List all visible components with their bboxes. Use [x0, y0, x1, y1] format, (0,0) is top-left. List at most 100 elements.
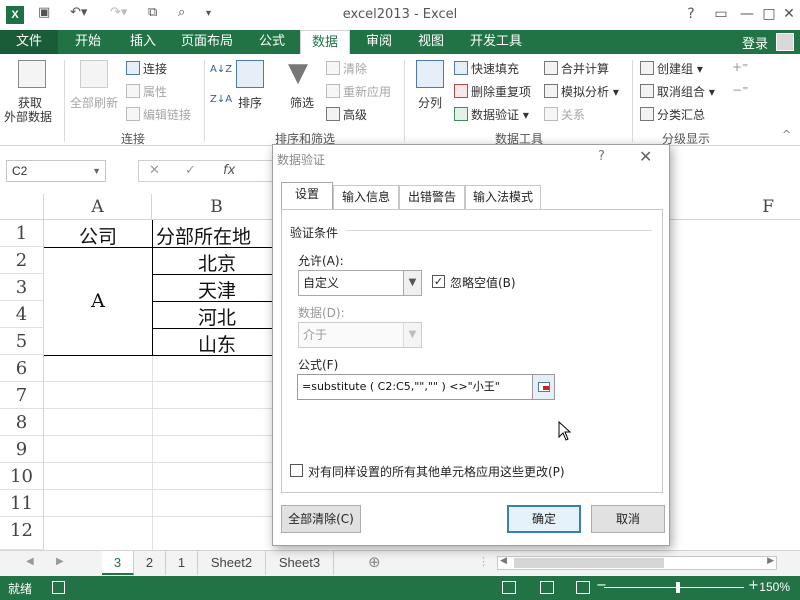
row-header[interactable]: 6 — [0, 355, 44, 382]
advanced-button[interactable]: 高级 — [326, 106, 367, 123]
sort-button[interactable]: 排序 — [238, 94, 262, 111]
sort-asc-button[interactable]: A↓Z — [210, 64, 232, 75]
row-header[interactable]: 3 — [0, 274, 44, 301]
tab-insert[interactable]: 插入 — [118, 30, 168, 54]
cell-b4[interactable]: 河北 — [152, 303, 282, 330]
row-header[interactable]: 11 — [0, 490, 44, 517]
chevron-down-icon[interactable]: ▼ — [403, 323, 421, 347]
collapse-dialog-button[interactable] — [533, 374, 555, 400]
data-select[interactable]: 介于 ▼ — [298, 322, 422, 348]
cancel-entry-icon[interactable]: ✕ — [149, 163, 160, 178]
chevron-down-icon[interactable]: ▼ — [403, 271, 421, 295]
flash-fill-button[interactable]: 快速填充 — [454, 60, 519, 77]
ok-button[interactable]: 确定 — [507, 505, 581, 533]
sheet-tab-3[interactable]: 3 — [102, 551, 134, 575]
cell-a2-merged[interactable]: A — [44, 290, 152, 312]
clear-all-button[interactable]: 全部清除(C) — [281, 505, 361, 533]
add-sheet-icon[interactable]: ⊕ — [368, 553, 381, 571]
tab-error-alert[interactable]: 出错警告 — [399, 185, 465, 209]
apply-all-label[interactable]: 对有同样设置的所有其他单元格应用这些更改(P) — [308, 463, 565, 480]
hide-detail-icon[interactable]: −⁼ — [732, 83, 748, 97]
dialog-help-icon[interactable]: ? — [598, 149, 605, 164]
ungroup-button[interactable]: 取消组合 ▾ — [640, 83, 715, 100]
zoom-slider[interactable] — [604, 587, 744, 588]
confirm-entry-icon[interactable]: ✓ — [185, 163, 196, 178]
row-header[interactable]: 8 — [0, 409, 44, 436]
zoom-out-icon[interactable]: − — [596, 578, 607, 593]
next-sheet-icon[interactable]: ▶ — [56, 556, 64, 567]
cell-b2[interactable]: 北京 — [152, 249, 282, 276]
what-if-button[interactable]: 模拟分析 ▾ — [544, 83, 619, 100]
row-header[interactable]: 1 — [0, 220, 44, 247]
login-link[interactable]: 登录 — [742, 33, 768, 52]
refresh-all-button[interactable]: 全部刷新 — [70, 94, 118, 111]
tab-formulas[interactable]: 公式 — [248, 30, 296, 54]
row-header[interactable]: 5 — [0, 328, 44, 355]
ribbon-display-icon[interactable]: ▭ — [710, 4, 732, 24]
row-header[interactable]: 7 — [0, 382, 44, 409]
column-header-b[interactable]: B — [152, 194, 282, 220]
zoom-in-icon[interactable]: + — [748, 578, 759, 593]
consolidate-button[interactable]: 合并计算 — [544, 60, 609, 77]
sheet-tab-sheet2[interactable]: Sheet2 — [198, 551, 266, 575]
subtotal-button[interactable]: 分类汇总 — [640, 106, 705, 123]
cancel-button[interactable]: 取消 — [591, 505, 665, 533]
sheet-tab-2[interactable]: 2 — [134, 551, 166, 575]
cell-b5[interactable]: 山东 — [152, 330, 282, 357]
tab-data[interactable]: 数据 — [300, 30, 350, 54]
connections-button[interactable]: 连接 — [126, 60, 167, 77]
column-header-a[interactable]: A — [44, 194, 152, 220]
reapply-button[interactable]: 重新应用 — [326, 83, 391, 100]
data-validation-button[interactable]: 数据验证 ▾ — [454, 106, 529, 123]
sheet-tab-sheet3[interactable]: Sheet3 — [266, 551, 334, 575]
edit-links-button[interactable]: 编辑链接 — [126, 106, 191, 123]
name-box[interactable]: C2 ▼ — [6, 160, 106, 182]
text-to-columns-button[interactable]: 分列 — [418, 94, 442, 111]
show-detail-icon[interactable]: +⁼ — [732, 60, 748, 74]
ignore-blank-label[interactable]: 忽略空值(B) — [450, 274, 516, 291]
tab-split-handle-icon[interactable]: ⋮ — [478, 555, 489, 568]
formula-input[interactable]: =substitute ( C2:C5,"","" ) <>"小王" — [297, 374, 533, 400]
row-header[interactable]: 2 — [0, 247, 44, 274]
tab-review[interactable]: 审阅 — [356, 30, 402, 54]
row-header[interactable]: 9 — [0, 436, 44, 463]
zoom-slider-thumb[interactable] — [676, 582, 680, 593]
close-button[interactable]: ✕ — [778, 4, 800, 24]
chevron-down-icon[interactable]: ▼ — [92, 161, 101, 181]
page-layout-view-icon[interactable] — [540, 581, 554, 594]
column-header-f[interactable]: F — [668, 194, 800, 220]
row-header[interactable]: 12 — [0, 517, 44, 550]
group-button[interactable]: 创建组 ▾ — [640, 60, 703, 77]
help-icon[interactable]: ? — [680, 4, 702, 24]
tab-page-layout[interactable]: 页面布局 — [174, 30, 240, 54]
select-all-corner[interactable] — [0, 194, 44, 220]
tab-home[interactable]: 开始 — [62, 30, 114, 54]
scroll-thumb[interactable] — [514, 558, 664, 568]
insert-function-icon[interactable]: fx — [223, 163, 235, 178]
prev-sheet-icon[interactable]: ◀ — [26, 556, 34, 567]
normal-view-icon[interactable] — [502, 581, 516, 594]
minimize-button[interactable]: — — [736, 4, 758, 24]
scroll-right-icon[interactable]: ▶ — [767, 556, 774, 566]
row-header[interactable]: 4 — [0, 301, 44, 328]
tab-settings[interactable]: 设置 — [281, 182, 333, 210]
cell-a1[interactable]: 公司 — [44, 222, 152, 249]
tab-input-message[interactable]: 输入信息 — [333, 185, 399, 209]
get-external-line2[interactable]: 外部数据 — [4, 108, 52, 125]
sort-desc-button[interactable]: Z↓A — [210, 94, 232, 105]
cell-b3[interactable]: 天津 — [152, 276, 282, 303]
scroll-left-icon[interactable]: ◀ — [500, 556, 507, 566]
tab-file[interactable]: 文件 — [0, 30, 58, 54]
zoom-level[interactable]: 150% — [759, 580, 790, 594]
dialog-close-icon[interactable]: ✕ — [639, 147, 652, 166]
collapse-ribbon-icon[interactable]: ^ — [782, 128, 791, 141]
cell-b1[interactable]: 分部所在地 — [152, 222, 282, 249]
allow-select[interactable]: 自定义 ▼ — [298, 270, 422, 296]
maximize-button[interactable]: □ — [758, 4, 780, 24]
avatar[interactable] — [776, 33, 794, 51]
ignore-blank-checkbox[interactable]: ✓ — [432, 275, 445, 288]
filter-button[interactable]: 筛选 — [290, 94, 314, 111]
apply-all-checkbox[interactable] — [290, 464, 303, 477]
row-header[interactable]: 10 — [0, 463, 44, 490]
tab-developer[interactable]: 开发工具 — [462, 30, 530, 54]
